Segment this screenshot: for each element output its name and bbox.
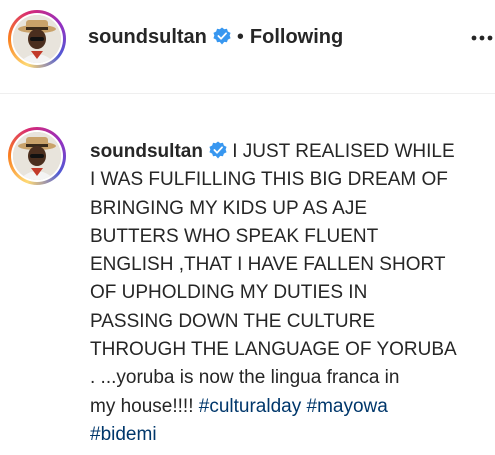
verified-badge-icon [213,27,231,45]
caption-line: I WAS FULFILLING THIS BIG DREAM OF [90,169,448,191]
caption-line: BRINGING MY KIDS UP AS AJE [90,197,367,219]
header-username[interactable]: soundsultan [88,26,207,48]
post-caption: soundsultan I JUST REALISED WHILE I WAS … [90,138,490,449]
caption-line: . ...yoruba is now the lingua franca in [90,367,400,389]
profile-avatar-ring[interactable] [8,10,66,68]
avatar-image [13,15,61,63]
verified-badge-icon [209,141,227,159]
caption-line: PASSING DOWN THE CULTURE [90,310,376,332]
caption-line: my house!!!! [90,395,194,417]
caption-line: OF UPHOLDING MY DUTIES IN [90,282,368,304]
avatar-image [13,132,61,180]
caption-avatar-ring[interactable] [8,127,66,185]
hashtag-link[interactable]: #bidemi [90,424,157,445]
caption-line: ENGLISH ,THAT I HAVE FALLEN SHORT [90,254,446,276]
caption-line: I JUST REALISED WHILE [232,141,455,162]
hashtag-link[interactable]: #mayowa [307,396,388,417]
avatar[interactable] [13,132,61,180]
caption-username[interactable]: soundsultan [90,141,203,162]
hashtag-link[interactable]: #culturalday [199,396,301,417]
following-button[interactable]: Following [250,26,343,48]
caption-line: THROUGH THE LANGUAGE OF YORUBA [90,339,457,361]
header-line: soundsultan • Following [88,26,343,49]
post-header: soundsultan • Following [0,0,495,94]
avatar[interactable] [13,15,61,63]
header-separator: • [236,26,244,48]
more-options-icon[interactable] [470,30,494,46]
profile-avatar-border [11,13,63,65]
caption-line: BUTTERS WHO SPEAK FLUENT [90,225,379,247]
caption-avatar-border [11,130,63,182]
